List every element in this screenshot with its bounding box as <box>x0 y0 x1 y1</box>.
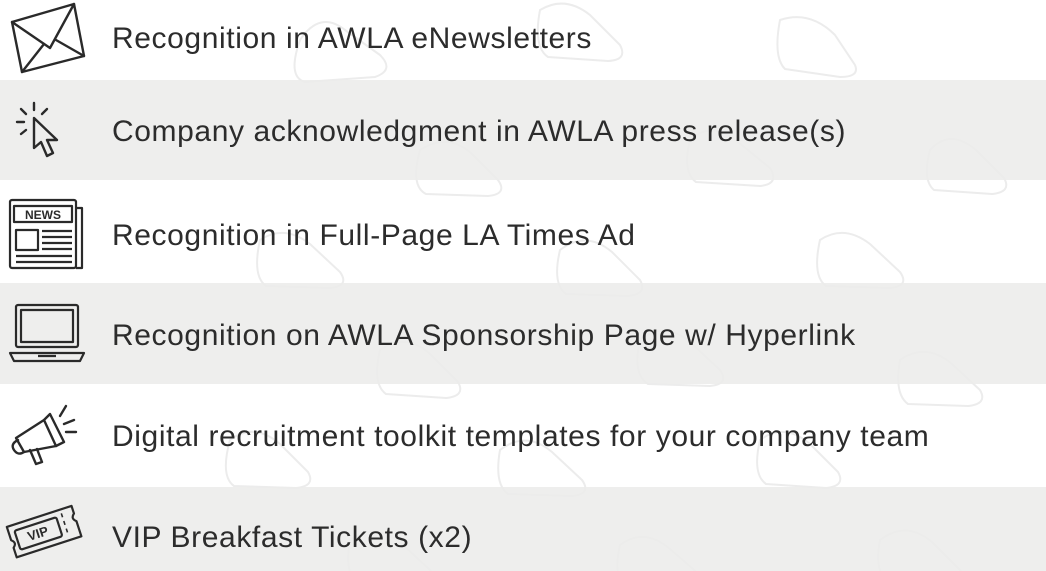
benefit-row-la-times-ad: NEWS Recognition in Full-Page LA Times A… <box>0 180 1046 283</box>
envelope-icon <box>4 0 88 76</box>
benefits-list: Recognition in AWLA eNewsletters Company… <box>0 0 1046 571</box>
newspaper-icon: NEWS <box>4 194 88 270</box>
cursor-click-icon <box>4 90 88 166</box>
benefit-row-vip-tickets: VIP VIP Breakfast Tickets (x2) <box>0 487 1046 571</box>
benefit-row-sponsorship-page: Recognition on AWLA Sponsorship Page w/ … <box>0 283 1046 384</box>
megaphone-icon <box>4 398 88 474</box>
newspaper-icon-text: NEWS <box>25 208 61 222</box>
benefit-row-enewsletters: Recognition in AWLA eNewsletters <box>0 0 1046 80</box>
benefit-label: Digital recruitment toolkit templates fo… <box>112 420 930 453</box>
benefit-label: Recognition on AWLA Sponsorship Page w/ … <box>112 319 856 352</box>
benefit-label: VIP Breakfast Tickets (x2) <box>112 521 473 554</box>
benefit-row-recruitment-toolkit: Digital recruitment toolkit templates fo… <box>0 384 1046 487</box>
benefit-label: Company acknowledgment in AWLA press rel… <box>112 115 847 148</box>
benefit-label: Recognition in AWLA eNewsletters <box>112 22 592 55</box>
ticket-icon: VIP <box>4 491 88 567</box>
laptop-icon <box>4 295 88 371</box>
benefit-row-press-release: Company acknowledgment in AWLA press rel… <box>0 80 1046 180</box>
benefit-label: Recognition in Full-Page LA Times Ad <box>112 219 636 252</box>
